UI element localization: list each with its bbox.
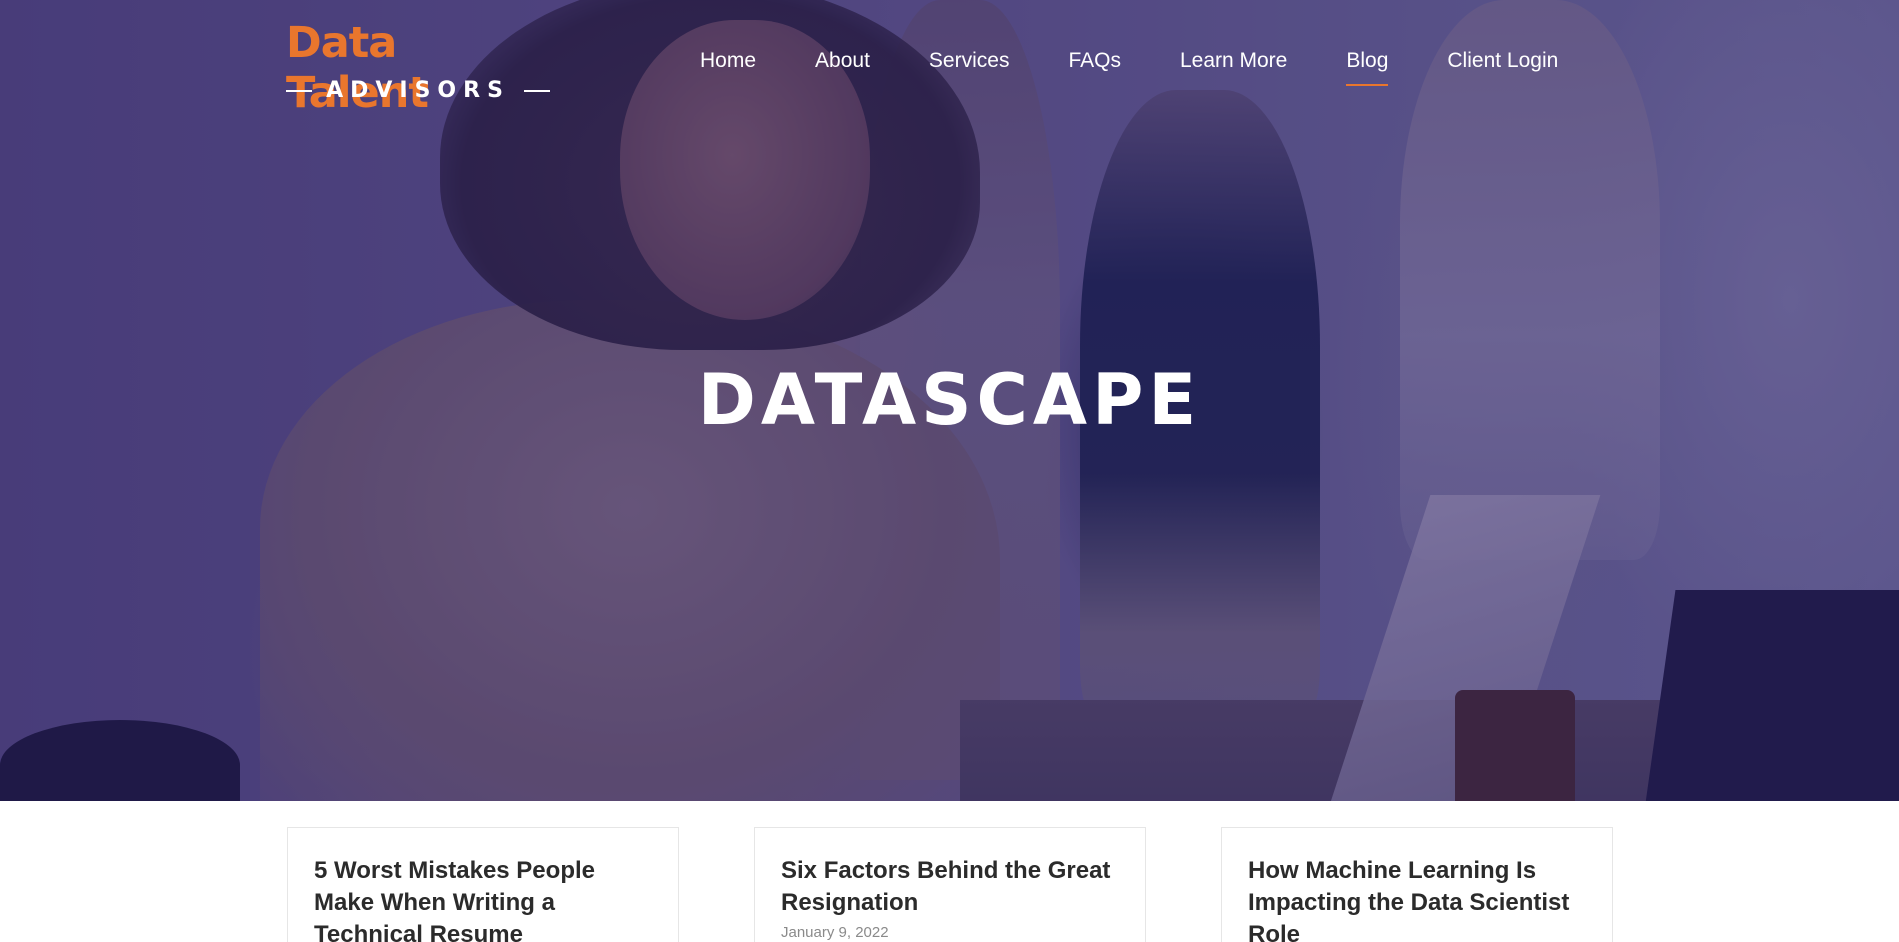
main-nav: Home About Services FAQs Learn More Blog… xyxy=(700,44,1620,88)
hero-banner: DATASCAPE xyxy=(0,0,1899,801)
nav-learn-more[interactable]: Learn More xyxy=(1180,44,1287,88)
nav-client-login[interactable]: Client Login xyxy=(1447,44,1558,88)
blog-post-card[interactable]: Six Factors Behind the Great Resignation… xyxy=(754,827,1146,942)
nav-home[interactable]: Home xyxy=(700,44,756,88)
logo-divider-left xyxy=(286,90,312,92)
blog-post-date: January 9, 2022 xyxy=(781,924,889,941)
blog-post-title[interactable]: Six Factors Behind the Great Resignation xyxy=(781,855,1121,919)
blog-post-title[interactable]: How Machine Learning Is Impacting the Da… xyxy=(1248,855,1588,942)
logo-divider-right xyxy=(524,90,550,92)
nav-blog[interactable]: Blog xyxy=(1346,44,1389,88)
site-logo[interactable]: Data Talent ADVISORS xyxy=(286,18,550,118)
blog-post-title[interactable]: 5 Worst Mistakes People Make When Writin… xyxy=(314,855,654,942)
blog-post-card[interactable]: How Machine Learning Is Impacting the Da… xyxy=(1221,827,1613,942)
logo-subtitle-row: ADVISORS xyxy=(286,76,550,106)
nav-about[interactable]: About xyxy=(815,44,870,88)
site-header: Data Talent ADVISORS Home About Services… xyxy=(0,0,1899,118)
blog-post-list: 5 Worst Mistakes People Make When Writin… xyxy=(0,801,1899,942)
nav-faqs[interactable]: FAQs xyxy=(1068,44,1121,88)
blog-post-card[interactable]: 5 Worst Mistakes People Make When Writin… xyxy=(287,827,679,942)
hero-title: DATASCAPE xyxy=(697,359,1202,441)
nav-services[interactable]: Services xyxy=(929,44,1010,88)
logo-subtitle: ADVISORS xyxy=(326,78,510,103)
page: DATASCAPE Data Talent ADVISORS Home Abou… xyxy=(0,0,1899,942)
